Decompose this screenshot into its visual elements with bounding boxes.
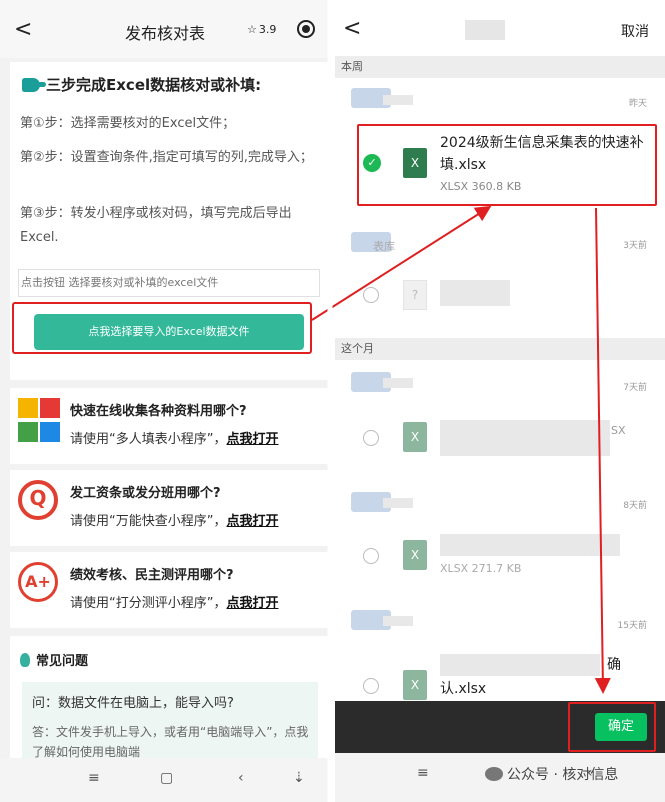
- a-plus-icon: A+: [18, 562, 58, 602]
- promo-prefix: 请使用“多人填表小程序”，: [70, 432, 227, 447]
- step-1: 第①步：选择需要核对的Excel文件；: [20, 116, 236, 131]
- open-link[interactable]: 点我打开: [226, 432, 278, 447]
- sender-name-blurred: [383, 95, 413, 105]
- xlsx-file-icon: X: [403, 148, 427, 178]
- steps-title: 三步完成Excel数据核对或补填:: [22, 74, 261, 95]
- blurred-file-name: [440, 534, 620, 556]
- check-icon[interactable]: ✓: [363, 154, 381, 172]
- promo-subtitle: 请使用“万能快查小程序”，点我打开: [70, 510, 279, 529]
- seal-icon: [18, 480, 58, 520]
- date-label: 3天前: [623, 241, 647, 251]
- left-screen: < 发布核对表 ☆ 3.9 三步完成Excel数据核对或补填: 第①步：选择需要…: [0, 0, 330, 802]
- rating-badge[interactable]: ☆ 3.9: [247, 18, 287, 40]
- open-link[interactable]: 点我打开: [226, 596, 278, 611]
- menu-icon[interactable]: ≡: [417, 765, 429, 781]
- right-screen: < 取消 本周 昨天 ✓ X 2024级新生信息采集表的快速补填.xlsx XL…: [335, 0, 665, 802]
- unknown-file-icon: ?: [403, 280, 427, 310]
- xlsx-file-icon: X: [403, 422, 427, 452]
- file-radio[interactable]: [363, 287, 379, 303]
- promo-prefix: 请使用“打分测评小程序”，: [70, 596, 227, 611]
- file-radio[interactable]: [363, 548, 379, 564]
- promo-subtitle: 请使用“多人填表小程序”，点我打开: [70, 428, 279, 447]
- faq-title-text: 常见问题: [36, 654, 89, 669]
- promo-title: 发工资条或发分班用哪个?: [70, 486, 221, 501]
- file-name-partial: 确: [607, 657, 621, 673]
- blurred-file-name: [440, 280, 510, 306]
- select-excel-button[interactable]: 点我选择要导入的Excel数据文件: [34, 314, 304, 350]
- steps-title-text: 三步完成Excel数据核对或补填:: [46, 76, 262, 94]
- promo-subtitle: 请使用“打分测评小程序”，点我打开: [70, 592, 279, 611]
- back-icon[interactable]: <: [343, 16, 361, 41]
- promo-title: 快速在线收集各种资料用哪个?: [70, 404, 247, 419]
- date-label: 8天前: [623, 501, 647, 511]
- blurred-title: [465, 20, 505, 40]
- sender-name-partial: 表库: [373, 240, 395, 253]
- hand-point-icon: [22, 77, 46, 92]
- sender-name-blurred: [383, 378, 413, 388]
- faq-answer: 答：文件发手机上导入，或者用“电脑端导入”，点我了解如何使用电脑端: [32, 725, 309, 759]
- xlsx-file-icon: X: [403, 540, 427, 570]
- promo-prefix: 请使用“万能快查小程序”，: [70, 514, 227, 529]
- confirm-button[interactable]: 确定: [595, 713, 647, 741]
- date-label: 昨天: [628, 99, 647, 109]
- date-label: 15天前: [617, 621, 647, 631]
- blurred-file-name: [440, 420, 610, 456]
- section-this-week: 本周: [335, 56, 665, 78]
- file-picker-nav: < 取消: [335, 0, 665, 56]
- watermark-text: 公众号 · 核对信息: [507, 767, 619, 783]
- grid-apps-icon: [18, 398, 60, 444]
- rating-value: 3.9: [258, 22, 277, 36]
- system-nav-bar: ≡ ▢ ‹ ⇣: [0, 758, 330, 802]
- file-meta: XLSX 271.7 KB: [440, 562, 522, 575]
- date-label: 7天前: [623, 383, 647, 393]
- file-name-end: 认.xlsx: [440, 681, 487, 697]
- file-radio[interactable]: [363, 678, 379, 694]
- step-3: 第③步：转发小程序或核对码，填写完成后导出Excel.: [20, 206, 292, 245]
- watermark: 公众号 · 核对信息: [485, 764, 618, 784]
- file-name-partial: SX: [611, 424, 626, 437]
- promo-card-evaluation[interactable]: A+ 绩效考核、民主测评用哪个? 请使用“打分测评小程序”，点我打开: [10, 552, 328, 628]
- left-nav-bar: < 发布核对表 ☆ 3.9: [0, 0, 330, 58]
- step-2: 第②步：设置查询条件,指定可填写的列,完成导入；: [20, 150, 313, 165]
- section-this-month: 这个月: [335, 338, 665, 360]
- faq-question: 问：数据文件在电脑上，能导入吗?: [32, 696, 234, 711]
- bulb-icon: [20, 652, 30, 667]
- file-hint: 点击按钮 选择要核对或补填的excel文件: [18, 269, 320, 297]
- back-nav-icon[interactable]: ‹: [238, 770, 244, 786]
- steps-card: 三步完成Excel数据核对或补填: 第①步：选择需要核对的Excel文件； 第②…: [10, 62, 328, 380]
- open-link[interactable]: 点我打开: [226, 514, 278, 529]
- promo-title: 绩效考核、民主测评用哪个?: [70, 568, 234, 583]
- home-icon[interactable]: ▢: [160, 770, 173, 786]
- sender-name-blurred: [383, 616, 413, 626]
- file-name: 2024级新生信息采集表的快速补填.xlsx: [440, 135, 644, 173]
- faq-title: 常见问题: [20, 650, 88, 669]
- sender-name-blurred: [383, 498, 413, 508]
- cancel-button[interactable]: 取消: [621, 21, 649, 41]
- file-meta: XLSX 360.8 KB: [440, 180, 522, 193]
- wechat-icon: [485, 767, 503, 781]
- extra-nav-icon[interactable]: ⇣: [293, 770, 305, 786]
- xlsx-file-icon: X: [403, 670, 427, 700]
- faq-item[interactable]: 问：数据文件在电脑上，能导入吗? 答：文件发手机上导入，或者用“电脑端导入”，点…: [22, 682, 318, 762]
- file-radio[interactable]: [363, 430, 379, 446]
- promo-card-payslip[interactable]: 发工资条或发分班用哪个? 请使用“万能快查小程序”，点我打开: [10, 470, 328, 546]
- target-icon[interactable]: [297, 20, 315, 38]
- faq-card: 常见问题 问：数据文件在电脑上，能导入吗? 答：文件发手机上导入，或者用“电脑端…: [10, 636, 328, 762]
- star-icon: ☆: [247, 22, 257, 36]
- blurred-file-name: [440, 654, 600, 676]
- menu-icon[interactable]: ≡: [88, 770, 100, 786]
- promo-card-collect[interactable]: 快速在线收集各种资料用哪个? 请使用“多人填表小程序”，点我打开: [10, 388, 328, 464]
